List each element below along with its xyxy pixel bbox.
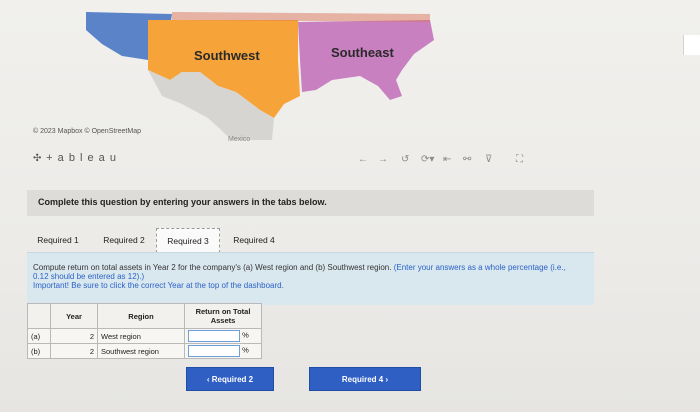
tableau-toolbar: ✣ + a b l e a u ← → ↺ ⟳▾ ⇤ ⚯ ⊽ ⛶ — [33, 152, 573, 168]
year-cell: 2 — [50, 343, 98, 359]
map-regions — [86, 12, 434, 140]
southeast-label: Southeast — [331, 45, 394, 60]
tab-required-3[interactable]: Required 3 — [156, 228, 220, 253]
redo-icon[interactable]: → — [378, 154, 388, 165]
rota-cell: % — [184, 343, 262, 359]
table-header-row: Year Region Return on Total Assets — [27, 303, 262, 329]
rota-cell: % — [184, 328, 262, 344]
map[interactable]: Southwest Southeast Mexico — [22, 0, 582, 145]
mexico-label: Mexico — [228, 136, 251, 143]
right-edge-panel — [683, 35, 700, 55]
tab-required-1[interactable]: Required 1 — [27, 228, 89, 252]
table-row: (a) 2 West region % — [27, 328, 262, 344]
comment-icon[interactable]: ⊽ — [485, 154, 492, 165]
region-header: Region — [97, 303, 185, 329]
percent-unit: % — [242, 345, 249, 355]
west-rota-input[interactable] — [188, 330, 240, 342]
question-important: Important! Be sure to click the correct … — [33, 281, 284, 290]
refresh-icon[interactable]: ⟳▾ — [421, 154, 434, 165]
map-copyright[interactable]: © 2023 Mapbox © OpenStreetMap — [33, 128, 141, 135]
tab-required-2[interactable]: Required 2 — [93, 228, 155, 252]
year-cell: 2 — [50, 328, 98, 344]
region-cell: West region — [97, 328, 185, 344]
requirement-tabs: Required 1 Required 2 Required 3 Require… — [27, 228, 594, 253]
southeast-region-shape[interactable] — [298, 20, 434, 100]
fullscreen-icon[interactable]: ⛶ — [516, 154, 523, 165]
rota-header: Return on Total Assets — [184, 303, 262, 329]
region-cell: Southwest region — [97, 343, 185, 359]
undo-icon[interactable]: ← — [358, 154, 368, 165]
question-main: Compute return on total assets in Year 2… — [33, 263, 392, 272]
answer-table: Year Region Return on Total Assets (a) 2… — [27, 303, 262, 359]
next-required-button[interactable]: Required 4 › — [309, 367, 421, 391]
tab-required-4[interactable]: Required 4 — [223, 228, 285, 252]
year-header: Year — [50, 303, 98, 329]
question-text: Compute return on total assets in Year 2… — [33, 263, 583, 290]
southwest-rota-input[interactable] — [188, 345, 240, 357]
row-label: (a) — [27, 328, 51, 344]
southwest-label: Southwest — [194, 48, 260, 63]
instruction-text: Complete this question by entering your … — [38, 197, 327, 207]
tableau-logo[interactable]: ✣ + a b l e a u — [33, 152, 117, 164]
instruction-bar: Complete this question by entering your … — [27, 190, 594, 216]
share-icon[interactable]: ⚯ — [463, 154, 471, 165]
page: Southwest Southeast Mexico © 2023 Mapbox… — [0, 0, 700, 412]
revert-icon[interactable]: ↺ — [401, 154, 409, 165]
percent-unit: % — [242, 330, 249, 340]
row-label: (b) — [27, 343, 51, 359]
question-panel: Compute return on total assets in Year 2… — [27, 252, 594, 305]
row-label-header — [27, 303, 51, 329]
tableau-logo-text: + a b l e a u — [46, 152, 117, 164]
table-row: (b) 2 Southwest region % — [27, 343, 262, 359]
tableau-logo-icon: ✣ — [33, 153, 47, 164]
prev-required-button[interactable]: ‹ Required 2 — [186, 367, 274, 391]
pause-icon[interactable]: ⇤ — [443, 154, 451, 165]
